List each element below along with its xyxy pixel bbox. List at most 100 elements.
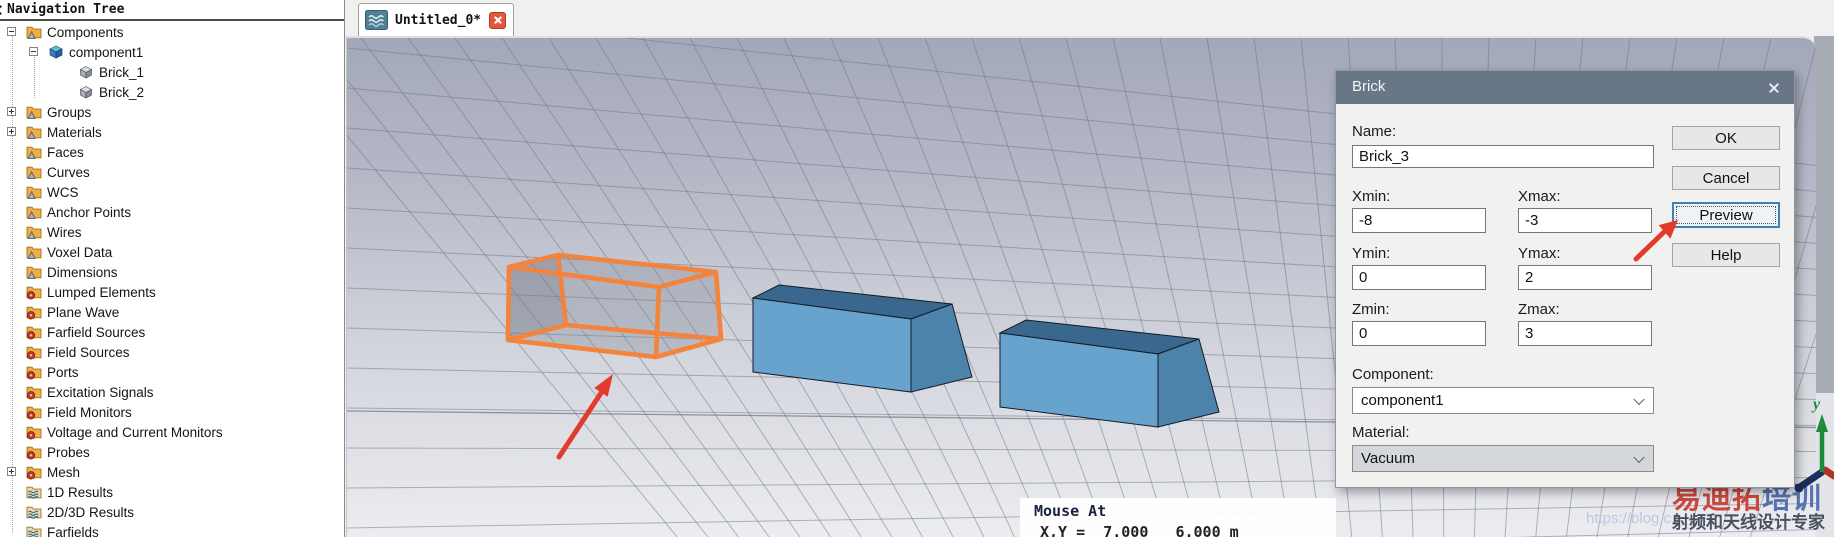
tree-item-lumped-elements[interactable]: Lumped Elements: [0, 282, 344, 302]
ymin-label: Ymin:: [1352, 245, 1391, 262]
name-label: Name:: [1352, 123, 1397, 140]
tree-item-brick-1[interactable]: Brick_1: [0, 62, 344, 82]
expand-toggle-icon[interactable]: [7, 467, 16, 476]
tree-item-voxel-data[interactable]: Voxel Data: [0, 242, 344, 262]
tree-item-label: Brick_2: [99, 84, 145, 100]
tree-item-plane-wave[interactable]: Plane Wave: [0, 302, 344, 322]
tree-item-farfield-sources[interactable]: Farfield Sources: [0, 322, 344, 342]
tree-item-label: Lumped Elements: [47, 284, 156, 300]
preview-button[interactable]: Preview: [1672, 202, 1780, 228]
brick-2-solid[interactable]: [998, 319, 1220, 428]
tree-item-components[interactable]: Components: [0, 22, 344, 42]
waves-document-icon: [365, 10, 388, 30]
folder-gear-icon: [26, 324, 42, 340]
tab-close-icon[interactable]: [489, 11, 507, 29]
tree-item-label: Farfields: [47, 524, 99, 537]
tree-item-label: Wires: [47, 224, 82, 240]
chevron-down-icon: [1633, 451, 1645, 463]
mouse-position-readout: Mouse At X,Y = 7.000 6.000 m: [1020, 498, 1336, 537]
folder-cone-icon: [26, 204, 42, 220]
name-input[interactable]: [1352, 145, 1654, 168]
tree-item-label: Faces: [47, 144, 84, 160]
chevron-down-icon: [1633, 393, 1645, 405]
document-tab[interactable]: Untitled_0*: [358, 3, 514, 36]
folder-waves-icon: [26, 504, 42, 520]
tree-item-wcs[interactable]: WCS: [0, 182, 344, 202]
tree-item-label: Materials: [47, 124, 102, 140]
brick-3-preview-wireframe[interactable]: [505, 252, 724, 360]
ymin-input[interactable]: [1352, 265, 1486, 290]
tree-item-excitation-signals[interactable]: Excitation Signals: [0, 382, 344, 402]
tree-item-anchor-points[interactable]: Anchor Points: [0, 202, 344, 222]
component-dropdown[interactable]: component1: [1352, 387, 1654, 414]
xmin-label: Xmin:: [1352, 188, 1391, 205]
tree-item-label: Plane Wave: [47, 304, 120, 320]
folder-gear-icon: [26, 444, 42, 460]
tree-item-label: 2D/3D Results: [47, 504, 135, 520]
watermark-subtitle: 射频和天线设计专家: [1672, 513, 1825, 533]
tree-item-2d-3d-results[interactable]: 2D/3D Results: [0, 502, 344, 522]
collapse-toggle-icon[interactable]: [7, 27, 16, 36]
tree-item-1d-results[interactable]: 1D Results: [0, 482, 344, 502]
brick-cube-icon: [78, 84, 94, 100]
brick-1-solid[interactable]: [751, 284, 973, 393]
brick-side-face: [910, 303, 973, 393]
tree-item-dimensions[interactable]: Dimensions: [0, 262, 344, 282]
zmax-input[interactable]: [1518, 321, 1652, 346]
dialog-title: Brick: [1352, 78, 1386, 95]
tree-item-label: Ports: [47, 364, 79, 380]
collapse-toggle-icon[interactable]: [29, 47, 38, 56]
folder-cone-icon: [26, 24, 42, 40]
help-button[interactable]: Help: [1672, 243, 1780, 267]
tree-item-farfields[interactable]: Farfields: [0, 522, 344, 537]
tree-item-label: Farfield Sources: [47, 324, 146, 340]
material-value: Vacuum: [1361, 450, 1415, 467]
folder-gear-icon: [26, 344, 42, 360]
ok-button[interactable]: OK: [1672, 126, 1780, 150]
tree-item-label: Groups: [47, 104, 92, 120]
tree-item-label: Components: [47, 24, 124, 40]
tree-item-component1[interactable]: component1: [0, 42, 344, 62]
application-window: Navigation Tree Components component1 Bric…: [0, 0, 1834, 537]
cancel-button[interactable]: Cancel: [1672, 166, 1780, 190]
tree-item-mesh[interactable]: Mesh: [0, 462, 344, 482]
folder-cone-icon: [26, 124, 42, 140]
folder-gear-icon: [26, 404, 42, 420]
tree-item-probes[interactable]: Probes: [0, 442, 344, 462]
tree-item-field-monitors[interactable]: Field Monitors: [0, 402, 344, 422]
tree-item-curves[interactable]: Curves: [0, 162, 344, 182]
folder-cone-icon: [26, 244, 42, 260]
brick-cube-icon: [78, 64, 94, 80]
tree-item-ports[interactable]: Ports: [0, 362, 344, 382]
material-dropdown[interactable]: Vacuum: [1352, 445, 1654, 472]
brick-side-face: [1157, 338, 1220, 428]
dialog-body: Name: Xmin: Xmax: Ymin: Ymax: Zmin: Zmax…: [1336, 104, 1794, 487]
tree-item-wires[interactable]: Wires: [0, 222, 344, 242]
zmin-input[interactable]: [1352, 321, 1486, 346]
tree-item-voltage-and-current-monitors[interactable]: Voltage and Current Monitors: [0, 422, 344, 442]
dialog-close-icon[interactable]: [1766, 80, 1781, 95]
mouse-at-coords: X,Y = 7.000 6.000 m: [1040, 523, 1239, 537]
tree-item-label: Curves: [47, 164, 90, 180]
tree-item-faces[interactable]: Faces: [0, 142, 344, 162]
tree-item-groups[interactable]: Groups: [0, 102, 344, 122]
folder-cone-icon: [26, 164, 42, 180]
tree-item-brick-2[interactable]: Brick_2: [0, 82, 344, 102]
tree-item-label: component1: [69, 44, 144, 60]
navigation-tree-title: Navigation Tree: [7, 2, 125, 17]
expand-toggle-icon[interactable]: [7, 107, 16, 116]
document-tab-bar: Untitled_0*: [346, 0, 1834, 36]
folder-gear-icon: [26, 304, 42, 320]
component-cube-icon: [48, 44, 64, 60]
xmax-input[interactable]: [1518, 208, 1652, 233]
tree-item-label: Anchor Points: [47, 204, 132, 220]
expand-toggle-icon[interactable]: [7, 127, 16, 136]
ymax-input[interactable]: [1518, 265, 1652, 290]
tree-item-field-sources[interactable]: Field Sources: [0, 342, 344, 362]
folder-gear-icon: [26, 384, 42, 400]
tree-item-label: Voltage and Current Monitors: [47, 424, 223, 440]
tree-item-materials[interactable]: Materials: [0, 122, 344, 142]
dialog-title-bar[interactable]: Brick: [1336, 71, 1794, 104]
xmin-input[interactable]: [1352, 208, 1486, 233]
panel-close-icon[interactable]: [0, 3, 4, 17]
